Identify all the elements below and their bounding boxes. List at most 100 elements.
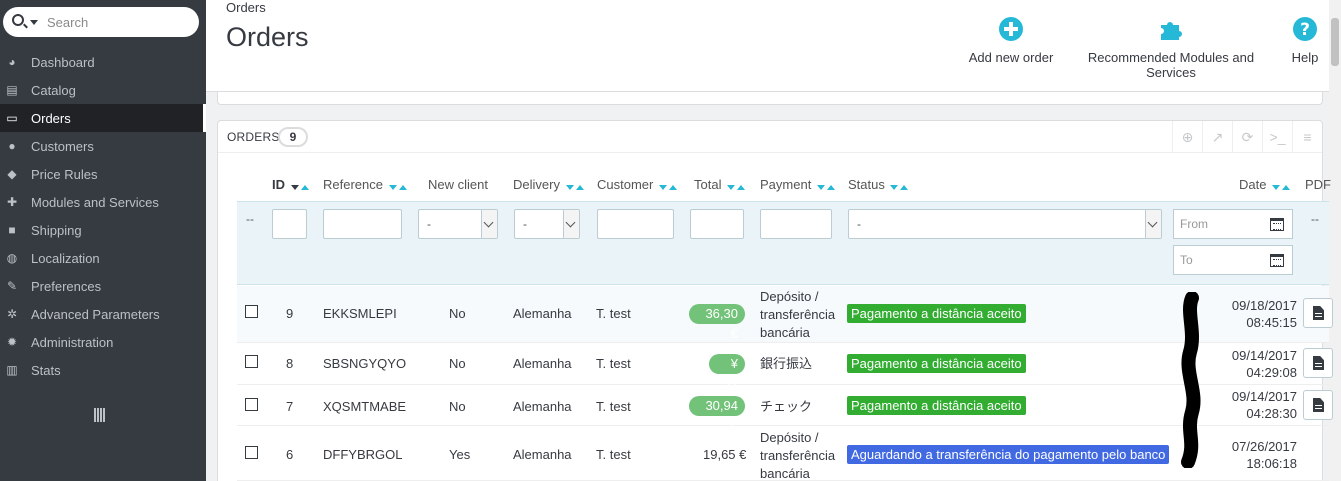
sidebar-item-preferences[interactable]: ✎ Preferences bbox=[0, 272, 206, 300]
row-status-badge: Aguardando a transferência do pagamento … bbox=[847, 445, 1170, 464]
pdf-button[interactable] bbox=[1303, 348, 1333, 378]
database-icon[interactable]: ≡ bbox=[1292, 121, 1322, 153]
refresh-icon[interactable]: ⟳ bbox=[1232, 121, 1262, 153]
row-total: 19,65 € bbox=[703, 447, 747, 462]
sidebar-item-label: Preferences bbox=[31, 278, 102, 294]
recommended-modules-button[interactable]: Recommended Modules and Services bbox=[1064, 16, 1278, 80]
table-row[interactable]: 8 SBSNGYQYO No Alemanha T. test ¥ 31 銀行振… bbox=[237, 343, 1333, 391]
filter-new-client-select[interactable]: - bbox=[418, 209, 498, 239]
row-checkbox[interactable] bbox=[245, 305, 258, 318]
column-header-customer[interactable]: Customer bbox=[597, 177, 677, 193]
redaction-scribble bbox=[1181, 292, 1201, 468]
row-reference: DFFYBRGOL bbox=[323, 447, 403, 462]
chevron-down-icon[interactable] bbox=[1145, 210, 1161, 238]
filter-status-value: - bbox=[857, 217, 861, 231]
row-date-day: 07/26/2017 bbox=[1231, 439, 1297, 454]
row-new-client: No bbox=[449, 306, 466, 321]
row-reference: SBSNGYQYO bbox=[323, 356, 407, 371]
table-row[interactable]: 7 XQSMTMABE No Alemanha T. test 30,94 € … bbox=[237, 385, 1333, 433]
sort-icon[interactable] bbox=[727, 178, 746, 193]
help-label: Help bbox=[1291, 50, 1319, 65]
sidebar-item-orders[interactable]: ▭ Orders bbox=[0, 104, 206, 132]
truck-icon: ■ bbox=[8, 223, 16, 237]
column-header-delivery[interactable]: Delivery bbox=[513, 177, 584, 193]
row-delivery: Alemanha bbox=[513, 306, 572, 321]
sidebar-item-advanced-parameters[interactable]: ✲ Advanced Parameters bbox=[0, 300, 206, 328]
help-button[interactable]: ? Help bbox=[1286, 16, 1324, 65]
filter-delivery-select[interactable]: - bbox=[514, 209, 580, 239]
breadcrumb[interactable]: Orders bbox=[226, 0, 266, 15]
row-payment: Depósito / transferência bancária bbox=[760, 289, 836, 340]
sidebar-item-shipping[interactable]: ■ Shipping bbox=[0, 216, 206, 244]
row-checkbox[interactable] bbox=[245, 446, 258, 459]
sidebar-item-label: Stats bbox=[31, 362, 61, 378]
date-to-calendar-button[interactable] bbox=[1261, 245, 1293, 275]
table-row[interactable]: 9 EKKSMLEPI No Alemanha T. test 36,30 € … bbox=[237, 286, 1333, 343]
sort-icon[interactable] bbox=[565, 178, 584, 193]
collapse-sidebar-icon[interactable] bbox=[94, 408, 106, 422]
column-header-status[interactable]: Status bbox=[848, 177, 909, 193]
add-order-tool-icon[interactable]: ⊕ bbox=[1172, 121, 1202, 153]
filter-date-to-input[interactable]: To bbox=[1173, 245, 1262, 275]
sidebar-item-catalog[interactable]: ▤ Catalog bbox=[0, 76, 206, 104]
row-reference: EKKSMLEPI bbox=[323, 306, 397, 321]
sidebar-item-price-rules[interactable]: ◆ Price Rules bbox=[0, 160, 206, 188]
column-header-id[interactable]: ID bbox=[272, 177, 309, 193]
table-row[interactable]: 6 DFFYBRGOL Yes Alemanha T. test 19,65 €… bbox=[237, 426, 1329, 481]
search-box[interactable] bbox=[3, 7, 199, 37]
column-header-payment[interactable]: Payment bbox=[760, 177, 835, 193]
sidebar-item-stats[interactable]: ▥ Stats bbox=[0, 356, 206, 384]
search-icon[interactable] bbox=[12, 14, 24, 26]
row-checkbox[interactable] bbox=[245, 355, 258, 368]
add-new-order-button[interactable]: Add new order bbox=[966, 16, 1056, 65]
column-header-label: Date bbox=[1239, 177, 1267, 192]
pdf-button[interactable] bbox=[1303, 298, 1333, 328]
panel-tools: ⊕ ↗ ⟳ >_ ≡ bbox=[1172, 121, 1322, 153]
pdf-button[interactable] bbox=[1303, 390, 1333, 420]
filter-id-input[interactable] bbox=[272, 209, 307, 239]
sidebar-item-label: Shipping bbox=[31, 222, 82, 238]
sort-icon[interactable] bbox=[290, 178, 309, 193]
filter-date-from-input[interactable]: From bbox=[1173, 209, 1262, 239]
scrollbar-thumb[interactable] bbox=[1331, 18, 1339, 66]
filter-status-select[interactable]: - bbox=[848, 209, 1162, 239]
sidebar-item-label: Advanced Parameters bbox=[31, 306, 160, 322]
sidebar-item-administration[interactable]: ✹ Administration bbox=[0, 328, 206, 356]
caret-down-icon[interactable] bbox=[30, 20, 38, 25]
sort-icon[interactable] bbox=[890, 178, 909, 193]
row-new-client: No bbox=[449, 356, 466, 371]
chevron-down-icon[interactable] bbox=[481, 210, 497, 238]
page-header: Orders Orders Add new order Recommended … bbox=[206, 0, 1329, 92]
top-panel-strip bbox=[217, 92, 1323, 105]
sort-icon[interactable] bbox=[658, 178, 677, 193]
date-from-calendar-button[interactable] bbox=[1261, 209, 1293, 239]
search-input[interactable] bbox=[47, 12, 187, 32]
book-icon: ▤ bbox=[6, 83, 18, 97]
sidebar-item-label: Customers bbox=[31, 138, 94, 154]
chevron-down-icon[interactable] bbox=[563, 210, 579, 238]
sort-icon[interactable] bbox=[1272, 178, 1291, 193]
sort-icon[interactable] bbox=[816, 178, 835, 193]
file-icon bbox=[1313, 356, 1324, 370]
sql-query-icon[interactable]: >_ bbox=[1262, 121, 1292, 153]
column-header-date[interactable]: Date bbox=[1239, 177, 1291, 193]
filter-customer-input[interactable] bbox=[597, 209, 674, 239]
sidebar-item-localization[interactable]: ◍ Localization bbox=[0, 244, 206, 272]
row-checkbox[interactable] bbox=[245, 398, 258, 411]
row-status-badge: Pagamento a distância aceito bbox=[847, 354, 1026, 373]
sort-icon[interactable] bbox=[388, 178, 407, 193]
sidebar-item-customers[interactable]: ● Customers bbox=[0, 132, 206, 160]
column-header-total[interactable]: Total bbox=[694, 177, 746, 193]
filter-total-input[interactable] bbox=[690, 209, 744, 239]
column-header-reference[interactable]: Reference bbox=[323, 177, 407, 193]
dashboard-icon: ◕ bbox=[8, 55, 16, 69]
calendar-icon bbox=[1270, 254, 1284, 267]
row-total-badge: ¥ 31 bbox=[709, 354, 745, 391]
filter-reference-input[interactable] bbox=[323, 209, 402, 239]
filter-payment-input[interactable] bbox=[760, 209, 832, 239]
row-id: 8 bbox=[286, 356, 294, 371]
export-icon[interactable]: ↗ bbox=[1202, 121, 1232, 153]
sidebar-item-dashboard[interactable]: ◕ Dashboard bbox=[0, 48, 206, 76]
column-header-label: Payment bbox=[760, 177, 812, 192]
sidebar-item-modules-and-services[interactable]: ✚ Modules and Services bbox=[0, 188, 206, 216]
